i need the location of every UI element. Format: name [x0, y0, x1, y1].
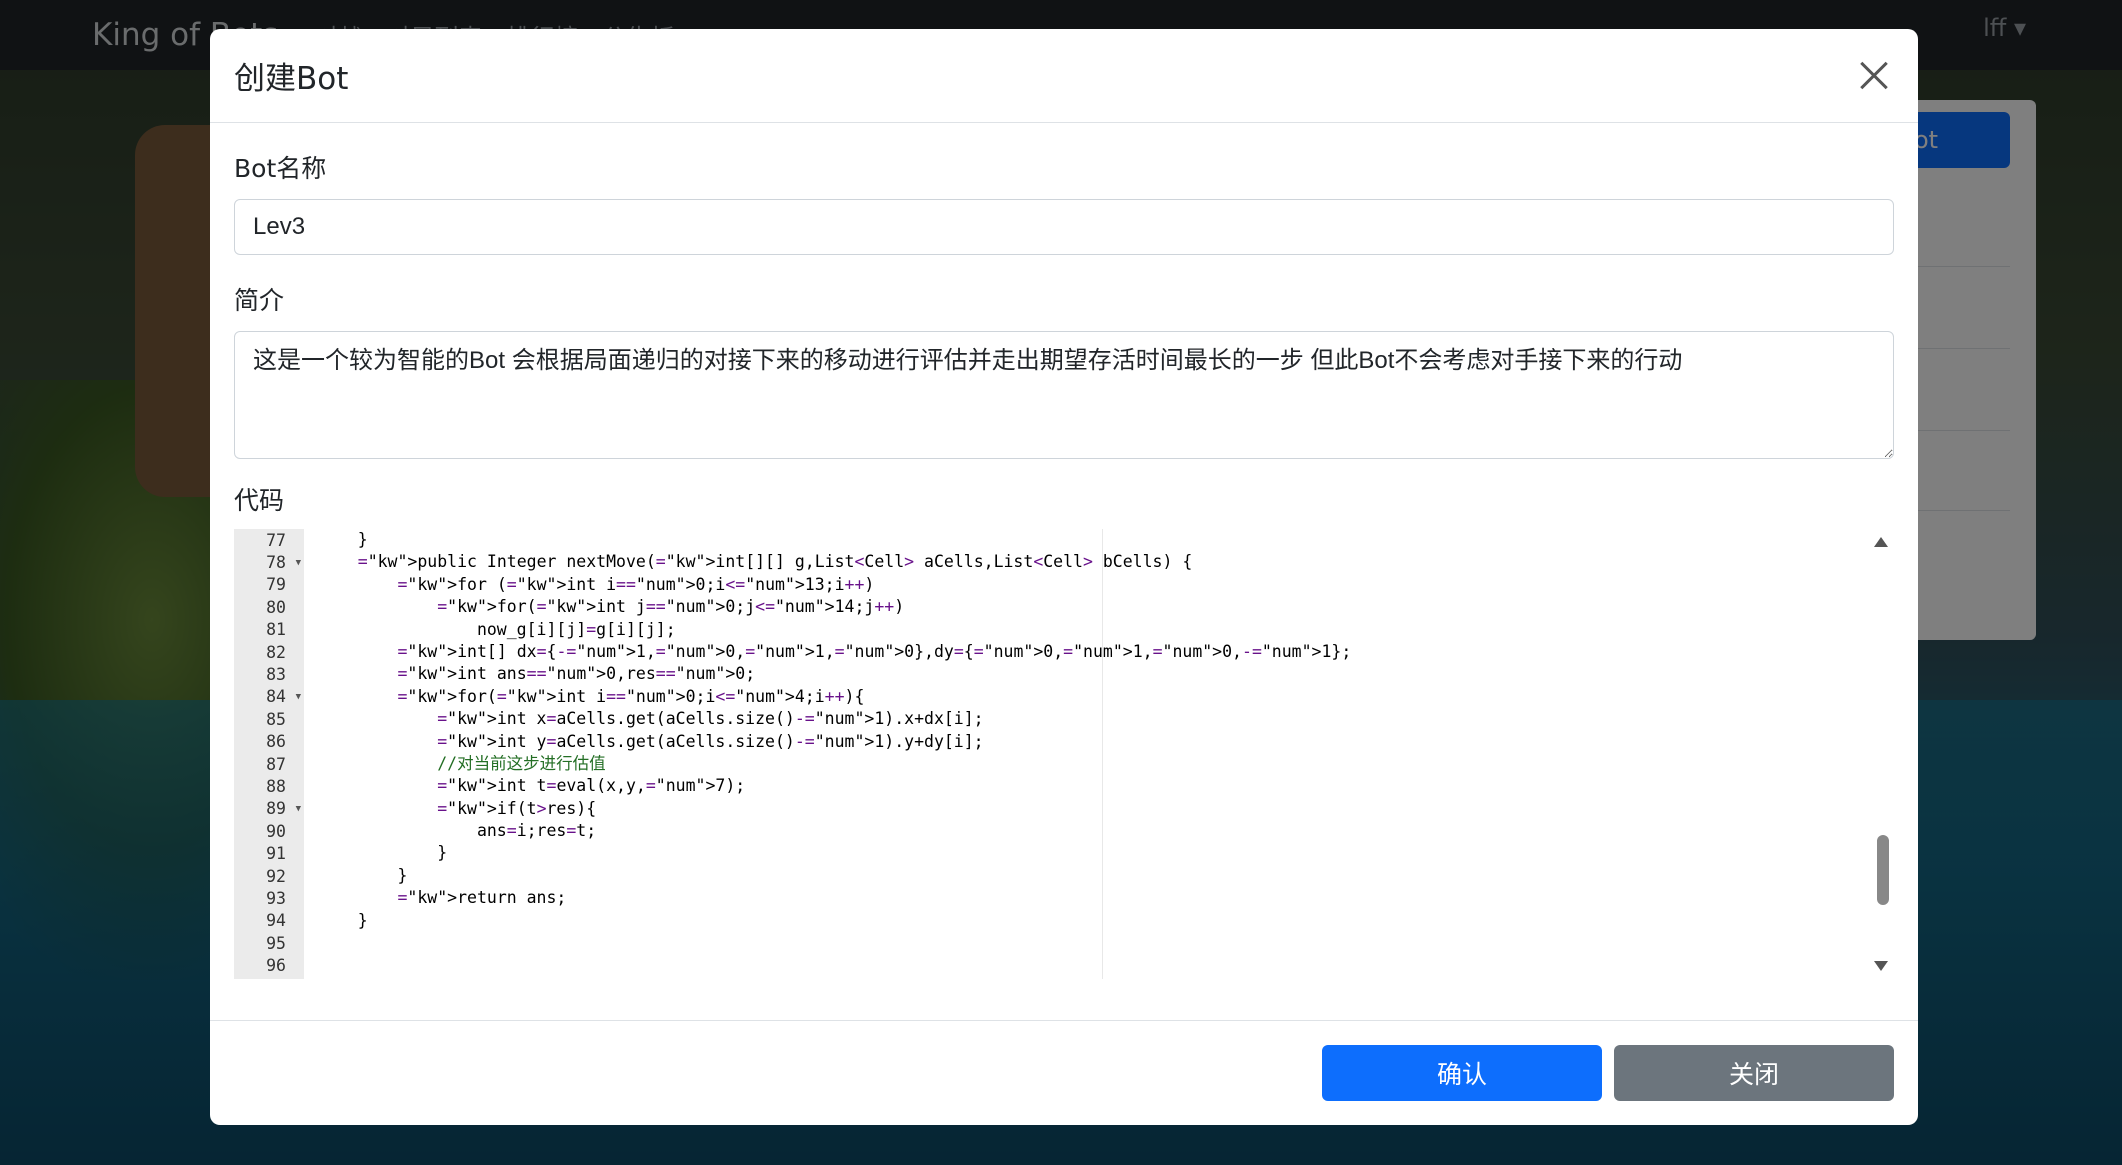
line-number: 91	[266, 844, 286, 864]
close-button[interactable]: 关闭	[1614, 1045, 1894, 1101]
bot-description-label: 简介	[234, 286, 285, 315]
line-number: 95	[266, 933, 286, 953]
fold-arrow-icon[interactable]: ▼	[296, 692, 301, 702]
line-number: 79	[266, 575, 286, 595]
line-number: 93	[266, 888, 286, 908]
line-number: 88	[266, 776, 286, 796]
line-number: 83	[266, 665, 286, 685]
editor-scrollbar-thumb[interactable]	[1877, 835, 1889, 905]
scroll-up-arrow-icon[interactable]	[1874, 537, 1888, 547]
line-number: 84 ▼	[266, 687, 301, 707]
modal-body: Bot名称 简介 这是一个较为智能的Bot 会根据局面递归的对接下来的移动进行评…	[210, 149, 1918, 979]
bot-name-input[interactable]	[234, 199, 1894, 255]
editor-print-margin	[1102, 529, 1103, 979]
line-number: 87	[266, 754, 286, 774]
bot-code-label: 代码	[234, 486, 285, 515]
line-number: 94	[266, 911, 286, 931]
code-editor[interactable]: 77 78 ▼ 79 80 81 82 83 84 ▼ 85 86 87 88 89 ▼ 90 91 92 93 94 9…	[234, 529, 1894, 979]
close-icon[interactable]	[1854, 56, 1894, 96]
line-number: 89 ▼	[266, 799, 301, 819]
line-number: 96	[266, 956, 286, 976]
line-number: 82	[266, 642, 286, 662]
line-number: 80	[266, 597, 286, 617]
bot-description-textarea[interactable]: 这是一个较为智能的Bot 会根据局面递归的对接下来的移动进行评估并走出期望存活时…	[234, 331, 1894, 459]
modal-header: 创建Bot	[210, 29, 1918, 123]
scroll-down-arrow-icon[interactable]	[1874, 961, 1888, 971]
editor-gutter: 77 78 ▼ 79 80 81 82 83 84 ▼ 85 86 87 88 89 ▼ 90 91 92 93 94 9…	[234, 529, 304, 979]
line-number: 86	[266, 732, 286, 752]
fold-arrow-icon[interactable]: ▼	[296, 804, 301, 814]
create-bot-modal: 创建Bot Bot名称 简介 这是一个较为智能的Bot 会根据局面递归的对接下来…	[210, 29, 1918, 1125]
line-number: 90	[266, 821, 286, 841]
modal-title: 创建Bot	[234, 61, 349, 97]
confirm-button[interactable]: 确认	[1322, 1045, 1602, 1101]
fold-arrow-icon[interactable]: ▼	[296, 558, 301, 568]
line-number: 77	[266, 530, 286, 550]
line-number: 92	[266, 866, 286, 886]
bot-name-label: Bot名称	[234, 154, 327, 183]
line-number: 85	[266, 709, 286, 729]
line-number: 78 ▼	[266, 553, 301, 573]
modal-footer: 确认 关闭	[210, 1020, 1918, 1125]
line-number: 81	[266, 620, 286, 640]
